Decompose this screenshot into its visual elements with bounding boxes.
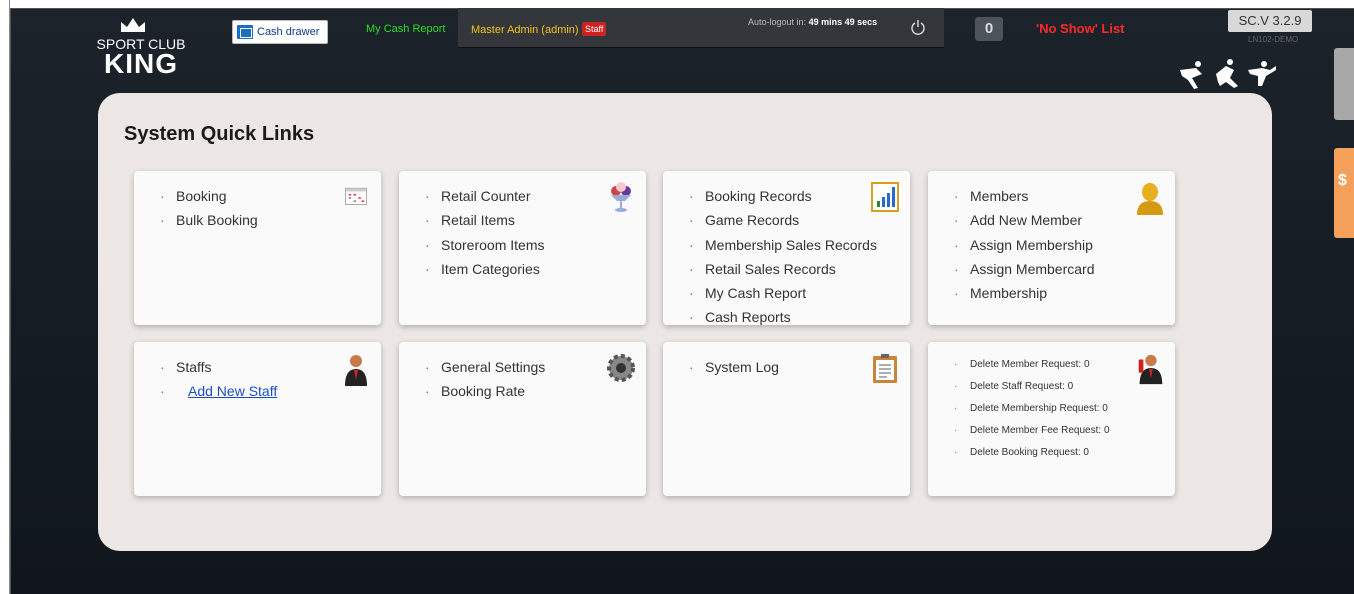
link-members[interactable]: Members [954, 187, 1095, 211]
link-booking-records[interactable]: Booking Records [689, 187, 877, 211]
autologout-mins: 49 mins [808, 17, 843, 27]
request-delete-staff[interactable]: Delete Staff Request: 0 [954, 380, 1110, 402]
list-item-add-staff: Add New Staff [160, 382, 277, 406]
request-delete-member[interactable]: Delete Member Request: 0 [954, 358, 1110, 380]
calendar-icon [345, 187, 367, 205]
card-staffs: Staffs Add New Staff [134, 342, 381, 496]
side-tab-money[interactable]: $ [1334, 148, 1354, 238]
card-booking: Booking Bulk Booking [134, 171, 381, 325]
card-members: Members Add New Member Assign Membership… [928, 171, 1175, 325]
link-assign-membercard[interactable]: Assign Membercard [954, 260, 1095, 284]
link-assign-membership[interactable]: Assign Membership [954, 236, 1095, 260]
link-general-settings[interactable]: General Settings [425, 358, 545, 382]
notification-counter[interactable]: 0 [975, 17, 1003, 41]
cash-drawer-button[interactable]: Cash drawer [232, 20, 328, 44]
version-badge: SC.V 3.2.9 [1228, 10, 1312, 32]
sports-figures-icon [1180, 59, 1276, 89]
cash-drawer-icon [237, 25, 253, 39]
power-icon[interactable] [910, 19, 926, 35]
card-system-log: System Log [663, 342, 910, 496]
device-id: LN102-DEMO [1248, 35, 1299, 44]
crown-icon [121, 18, 145, 32]
link-my-cash-report[interactable]: My Cash Report [689, 284, 877, 308]
link-storeroom-items[interactable]: Storeroom Items [425, 236, 544, 260]
admin-name: Master Admin (admin) [471, 24, 579, 36]
my-cash-report-link[interactable]: My Cash Report [366, 23, 445, 35]
left-edge [0, 0, 10, 594]
card-records: Booking Records Game Records Membership … [663, 171, 910, 327]
cash-drawer-label: Cash drawer [257, 26, 320, 38]
link-system-log[interactable]: System Log [689, 358, 779, 382]
member-icon [1137, 183, 1163, 215]
money-icon: $ [1338, 172, 1347, 189]
card-retail: Retail Counter Retail Items Storeroom It… [399, 171, 646, 325]
autologout-prefix: Auto-logout in: [748, 17, 807, 27]
side-tab-clock[interactable] [1334, 48, 1354, 120]
link-bulk-booking[interactable]: Bulk Booking [160, 211, 258, 235]
clipboard-icon [873, 354, 897, 383]
link-game-records[interactable]: Game Records [689, 211, 877, 235]
staff-badge: Staff [582, 22, 607, 36]
request-delete-member-fee[interactable]: Delete Member Fee Request: 0 [954, 424, 1110, 446]
quick-links-panel: System Quick Links Booking Bulk Booking … [98, 93, 1272, 551]
staff-icon [345, 355, 367, 386]
link-add-new-member[interactable]: Add New Member [954, 211, 1095, 235]
card-settings: General Settings Booking Rate [399, 342, 646, 496]
logo-king-text: KING [104, 48, 178, 79]
link-staffs[interactable]: Staffs [160, 358, 277, 382]
request-delete-membership[interactable]: Delete Membership Request: 0 [954, 402, 1110, 424]
gear-icon [607, 354, 635, 382]
link-booking[interactable]: Booking [160, 187, 258, 211]
logo[interactable]: SPORT CLUB KING [86, 16, 196, 86]
card-requests: Delete Member Request: 0 Delete Staff Re… [928, 342, 1175, 496]
link-retail-counter[interactable]: Retail Counter [425, 187, 544, 211]
no-show-list-link[interactable]: 'No Show' List [1036, 21, 1125, 36]
admin-bar: Master Admin (admin) Staff Auto-logout i… [458, 8, 944, 48]
autologout-timer: Auto-logout in: 49 mins 49 secs [748, 17, 877, 27]
link-item-categories[interactable]: Item Categories [425, 260, 544, 284]
page-title: System Quick Links [124, 123, 315, 145]
link-membership-sales-records[interactable]: Membership Sales Records [689, 236, 877, 260]
autologout-secs: 49 secs [844, 17, 878, 27]
link-retail-sales-records[interactable]: Retail Sales Records [689, 260, 877, 284]
link-add-new-staff[interactable]: Add New Staff [188, 383, 277, 399]
bar-chart-icon [871, 182, 899, 212]
link-retail-items[interactable]: Retail Items [425, 211, 544, 235]
request-icon [1138, 354, 1163, 385]
ice-cream-icon [611, 182, 631, 212]
link-booking-rate[interactable]: Booking Rate [425, 382, 545, 406]
link-membership[interactable]: Membership [954, 284, 1095, 308]
request-delete-booking[interactable]: Delete Booking Request: 0 [954, 446, 1110, 468]
link-cash-reports[interactable]: Cash Reports [689, 308, 877, 332]
